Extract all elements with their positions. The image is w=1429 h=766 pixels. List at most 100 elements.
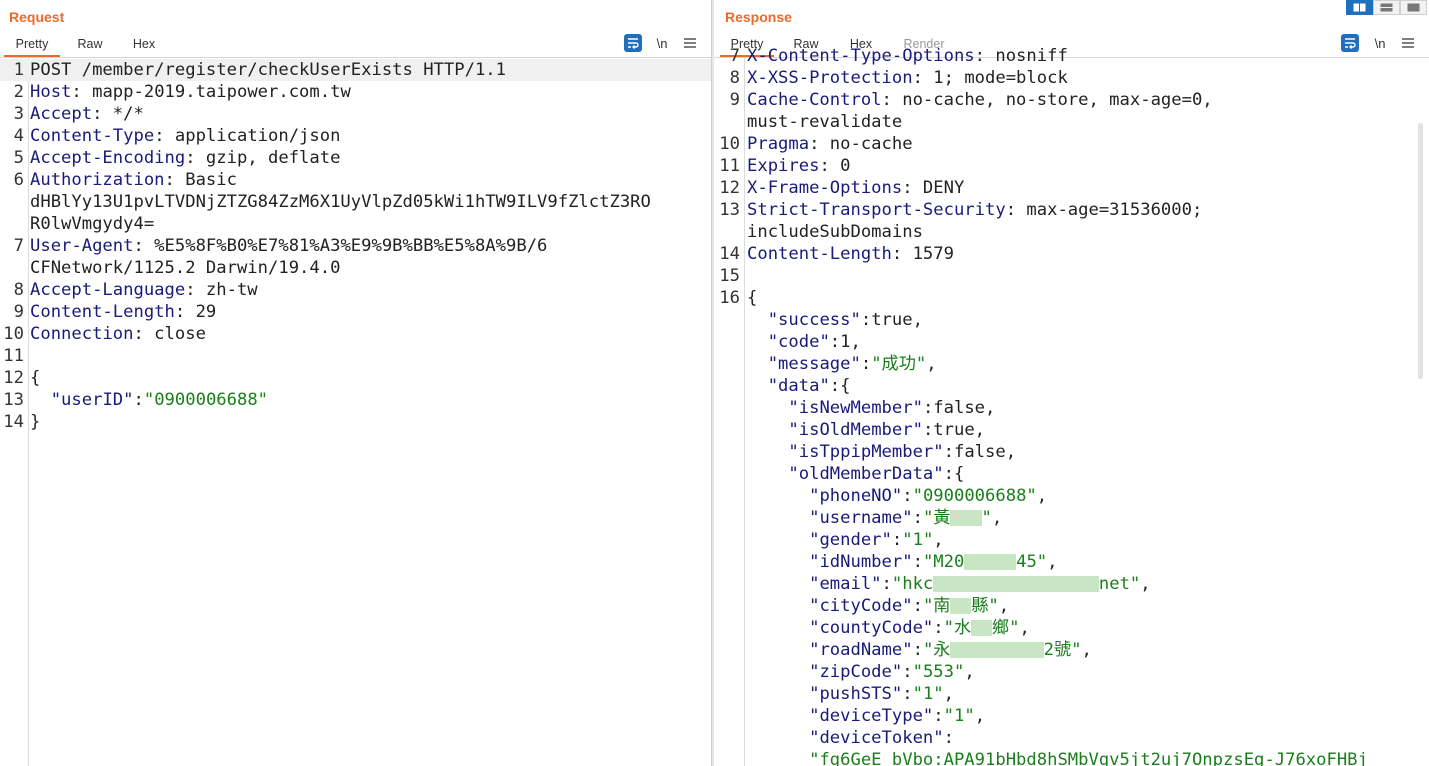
line-text: X-Frame-Options: DENY xyxy=(747,177,964,199)
line-number: 10 xyxy=(719,134,740,154)
response-scrollbar[interactable] xyxy=(1418,123,1423,379)
code-text: : close xyxy=(133,324,206,344)
header-name: X-XSS-Protection xyxy=(747,68,913,88)
code-text: must-revalidate xyxy=(747,112,903,132)
code-line: "username":"黃 ", xyxy=(714,507,1429,529)
code-text: : gzip, deflate xyxy=(185,148,341,168)
code-line: 12 X-Frame-Options: DENY xyxy=(714,177,1429,199)
request-tab-pretty[interactable]: Pretty xyxy=(4,35,60,57)
code-text: : zh-tw xyxy=(185,280,258,300)
code-text: : xyxy=(933,706,944,726)
header-name: X-Frame-Options xyxy=(747,178,903,198)
code-text: : xyxy=(891,530,903,550)
code-text: , xyxy=(943,684,954,704)
json-string: " xyxy=(981,508,992,528)
code-text: , xyxy=(933,530,944,550)
json-key: "roadName" xyxy=(809,640,913,660)
line-number: 9 xyxy=(13,302,24,322)
layout-switcher xyxy=(1346,0,1427,15)
line-text: Accept-Encoding: gzip, deflate xyxy=(30,147,340,169)
request-tab-raw[interactable]: Raw xyxy=(72,35,108,57)
line-text: Content-Length: 29 xyxy=(30,301,216,323)
request-pane: Request Pretty Raw Hex \n 1 POST /member/… xyxy=(0,0,711,766)
json-key: "userID" xyxy=(50,390,134,410)
line-text: Cache-Control: no-cache, no-store, max-a… xyxy=(747,89,1213,111)
code-line: 14 Content-Length: 1579 xyxy=(714,243,1429,265)
line-number: 8 xyxy=(729,68,740,88)
line-number: 3 xyxy=(13,104,24,124)
json-key: "phoneNO" xyxy=(809,486,903,506)
line-number: 9 xyxy=(729,90,740,110)
line-number: 12 xyxy=(3,368,24,388)
request-wrap-button[interactable] xyxy=(623,33,643,53)
response-pane: Response Pretty Raw Hex Render \n 7 X-Con… xyxy=(714,0,1429,766)
code-text: : xyxy=(933,618,944,638)
code-text: : xyxy=(912,596,923,616)
wrap-icon xyxy=(624,34,642,52)
code-text: : xyxy=(943,728,954,748)
request-title: Request xyxy=(9,9,65,25)
line-text: "userID":"0900006688" xyxy=(30,389,268,411)
code-text: , xyxy=(1140,574,1151,594)
line-text: "deviceToken": xyxy=(747,727,954,749)
code-line: "isNewMember":false, xyxy=(714,397,1429,419)
json-string: "水 xyxy=(943,618,972,638)
request-tab-hex[interactable]: Hex xyxy=(126,35,162,57)
horizontal-view-button[interactable] xyxy=(1373,0,1400,15)
request-menu-button[interactable] xyxy=(680,33,700,53)
code-line: 15 xyxy=(714,265,1429,287)
code-line: 8 Accept-Language: zh-tw xyxy=(0,279,711,301)
line-number: 7 xyxy=(13,236,24,256)
header-name: Content-Length xyxy=(747,244,892,264)
line-number: 2 xyxy=(13,82,24,102)
header-name: X-Content-Type-Options xyxy=(747,46,975,66)
header-name: Authorization xyxy=(30,170,165,190)
code-text: , xyxy=(1081,640,1092,660)
code-line: "message":"成功", xyxy=(714,353,1429,375)
json-key: "deviceToken" xyxy=(809,728,944,748)
code-line: "isOldMember":true, xyxy=(714,419,1429,441)
code-text: , xyxy=(998,596,1010,616)
single-view-button[interactable] xyxy=(1400,0,1427,15)
code-line: "phoneNO":"0900006688", xyxy=(714,485,1429,507)
line-number: 15 xyxy=(719,266,740,286)
code-text: : 29 xyxy=(174,302,217,322)
line-text: Connection: close xyxy=(30,323,206,345)
line-text: Authorization: Basic xyxy=(30,169,237,191)
json-key: "deviceType" xyxy=(809,706,934,726)
line-text: "countyCode":"水 鄉", xyxy=(747,617,1030,639)
code-line: "countyCode":"水 鄉", xyxy=(714,617,1429,639)
single-view-icon xyxy=(1407,0,1420,17)
code-text: :false, xyxy=(943,442,1017,462)
line-text: "zipCode":"553", xyxy=(747,661,975,683)
line-text: "idNumber":"M20 45", xyxy=(747,551,1058,573)
line-text: R0lwVmgydy4= xyxy=(30,213,154,235)
code-text: :{ xyxy=(829,376,851,396)
line-text: "email":"hkc net", xyxy=(747,573,1151,595)
code-text: : nosniff xyxy=(974,46,1068,66)
line-text: X-Content-Type-Options: nosniff xyxy=(747,45,1068,67)
response-editor[interactable]: 7 X-Content-Type-Options: nosniff 8 X-XSS-P… xyxy=(714,46,1429,766)
header-name: Strict-Transport-Security xyxy=(747,200,1006,220)
json-key: "email" xyxy=(809,574,882,594)
code-text: : mapp-2019.taipower.com.tw xyxy=(71,82,351,102)
code-text: , xyxy=(1047,552,1058,572)
json-string: 45" xyxy=(1016,552,1048,572)
json-string: 鄉" xyxy=(991,618,1020,638)
request-editor[interactable]: 1 POST /member/register/checkUserExists H… xyxy=(0,58,711,766)
code-text: dHBlYy13U1pvLTVDNjZTZG84ZzM6X1UyVlpZd05k… xyxy=(30,192,651,212)
code-text: : xyxy=(133,390,144,410)
split-view-button[interactable] xyxy=(1346,0,1373,15)
json-key: "zipCode" xyxy=(809,662,903,682)
header-name: User-Agent xyxy=(30,236,134,256)
request-newline-toggle[interactable]: \n xyxy=(652,33,672,53)
